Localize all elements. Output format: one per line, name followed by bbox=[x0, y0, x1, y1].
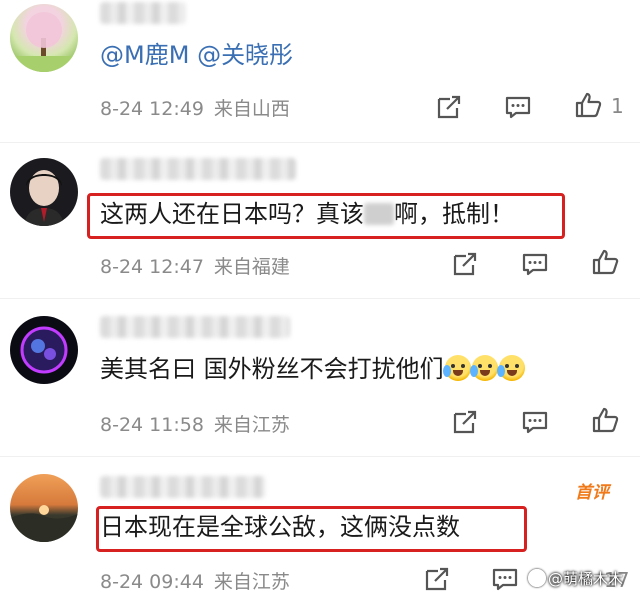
share-icon bbox=[425, 567, 449, 591]
mention-link[interactable]: @关晓彤 bbox=[197, 41, 293, 69]
comment-icon bbox=[505, 96, 531, 119]
comment-location: 来自江苏 bbox=[213, 414, 290, 436]
crying-emoji bbox=[469, 355, 498, 381]
like-count: 1 bbox=[611, 94, 624, 118]
share-button[interactable] bbox=[422, 564, 452, 594]
comment-icon bbox=[492, 568, 518, 591]
comment-text: 美其名曰 国外粉丝不会打扰他们 bbox=[100, 352, 525, 386]
divider bbox=[0, 298, 640, 299]
crying-emoji bbox=[496, 355, 525, 381]
divider bbox=[0, 142, 640, 143]
like-button[interactable] bbox=[590, 247, 620, 277]
username-blurred[interactable] bbox=[100, 158, 296, 180]
crying-emoji bbox=[442, 355, 471, 381]
comment-location: 来自江苏 bbox=[213, 571, 290, 593]
comment-button[interactable] bbox=[520, 407, 550, 437]
comment-button[interactable] bbox=[490, 564, 520, 594]
comment-meta: 8-24 11:58 来自江苏 bbox=[100, 410, 290, 437]
first-comment-badge: 首评 bbox=[575, 483, 609, 503]
comment-button[interactable] bbox=[503, 92, 533, 122]
watermark: @萌橘木木 bbox=[528, 568, 623, 589]
share-icon bbox=[453, 410, 477, 434]
comment-location: 来自福建 bbox=[213, 256, 290, 278]
like-icon bbox=[575, 92, 602, 118]
share-button[interactable] bbox=[434, 92, 464, 122]
username-blurred[interactable] bbox=[100, 2, 186, 24]
like-icon bbox=[592, 249, 619, 275]
comment-text: @M鹿M @关晓彤 bbox=[100, 38, 293, 72]
highlight-box bbox=[96, 506, 527, 552]
username-blurred[interactable] bbox=[100, 316, 290, 338]
like-button[interactable] bbox=[590, 405, 620, 435]
comment-date: 8-24 12:47 bbox=[100, 256, 204, 278]
comment-icon bbox=[522, 411, 548, 434]
comment-date: 8-24 11:58 bbox=[100, 414, 204, 436]
share-icon bbox=[437, 95, 461, 119]
divider bbox=[0, 456, 640, 457]
avatar[interactable] bbox=[10, 474, 78, 542]
comment-date: 8-24 09:44 bbox=[100, 571, 204, 593]
highlight-box bbox=[87, 193, 565, 239]
comment-date: 8-24 12:49 bbox=[100, 98, 204, 120]
share-button[interactable] bbox=[450, 407, 480, 437]
watermark-logo-icon bbox=[528, 569, 546, 587]
share-icon bbox=[453, 252, 477, 276]
username-blurred[interactable] bbox=[100, 476, 266, 498]
comment-location: 来自山西 bbox=[213, 98, 290, 120]
share-button[interactable] bbox=[450, 249, 480, 279]
comment-icon bbox=[522, 253, 548, 276]
comment-meta: 8-24 09:44 来自江苏 bbox=[100, 567, 290, 594]
avatar[interactable] bbox=[10, 4, 78, 72]
comment-meta: 8-24 12:49 来自山西 bbox=[100, 94, 290, 121]
comment-meta: 8-24 12:47 来自福建 bbox=[100, 252, 290, 279]
avatar[interactable] bbox=[10, 158, 78, 226]
like-icon bbox=[592, 407, 619, 433]
comment-button[interactable] bbox=[520, 249, 550, 279]
mention-link[interactable]: @M鹿M bbox=[100, 41, 189, 69]
like-button[interactable] bbox=[573, 90, 603, 120]
avatar[interactable] bbox=[10, 316, 78, 384]
